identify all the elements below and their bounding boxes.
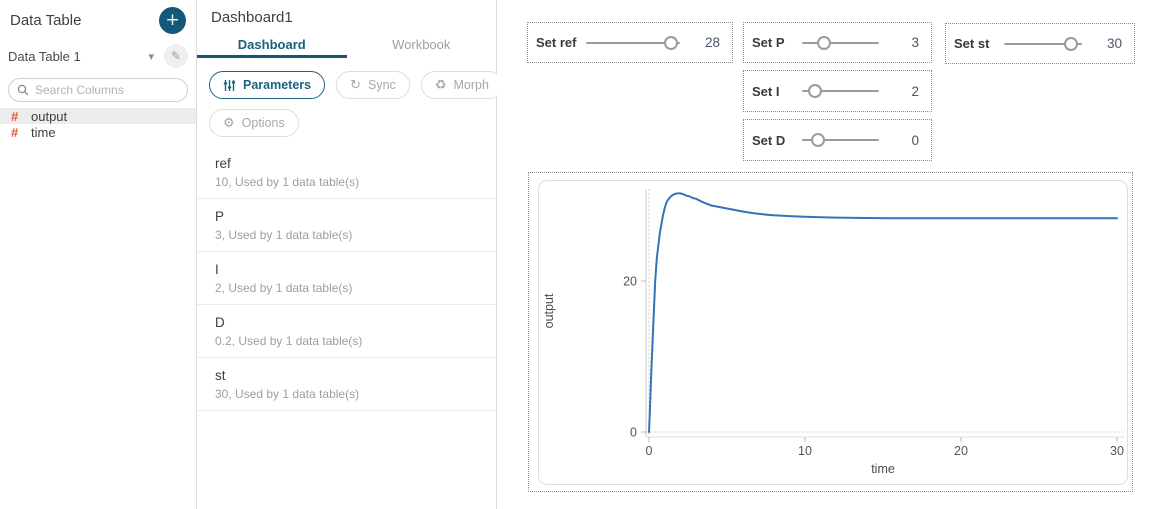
sync-icon: ↻ — [350, 79, 361, 92]
output-vs-time-chart: 0 10 20 30 0 20 time output — [539, 181, 1129, 486]
slider-value: 30 — [1096, 36, 1122, 51]
parameter-detail: 2, Used by 1 data table(s) — [215, 280, 482, 296]
dashboard-panel: Dashboard1 Dashboard Workbook Parameters… — [197, 0, 497, 509]
parameter-name: D — [215, 314, 482, 331]
parameter-name: I — [215, 261, 482, 278]
slider-value: 28 — [694, 35, 720, 50]
options-button-label: Options — [242, 116, 285, 130]
search-icon — [17, 84, 29, 96]
tab-workbook[interactable]: Workbook — [347, 37, 497, 58]
parameter-item-st[interactable]: st 30, Used by 1 data table(s) — [197, 358, 496, 411]
parameter-detail: 30, Used by 1 data table(s) — [215, 386, 482, 402]
slider-thumb[interactable] — [664, 36, 678, 50]
slider-track[interactable] — [802, 139, 879, 141]
toolbar-row-1: Parameters ↻ Sync ♻ Morph — [209, 71, 487, 99]
svg-text:20: 20 — [954, 444, 968, 458]
slider-label: Set I — [752, 84, 798, 99]
parameter-detail: 10, Used by 1 data table(s) — [215, 174, 482, 190]
chart-panel: 0 10 20 30 0 20 time output — [538, 180, 1128, 485]
options-button[interactable]: ⚙ Options — [209, 109, 299, 137]
parameters-button[interactable]: Parameters — [209, 71, 325, 99]
app-window: Data Table + Data Table 1 ▾ ✎ # output #… — [0, 0, 1155, 509]
gear-icon: ⚙ — [223, 117, 235, 130]
data-table-selector: Data Table 1 ▾ ✎ — [0, 38, 196, 74]
slider-label: Set ref — [536, 35, 582, 50]
slider-thumb[interactable] — [1064, 37, 1078, 51]
svg-text:time: time — [871, 462, 895, 476]
data-table-sidebar: Data Table + Data Table 1 ▾ ✎ # output #… — [0, 0, 197, 509]
toolbar-row-2: ⚙ Options — [209, 109, 487, 137]
parameter-item-p[interactable]: P 3, Used by 1 data table(s) — [197, 199, 496, 252]
column-item-time[interactable]: # time — [0, 124, 196, 140]
slider-thumb[interactable] — [811, 133, 825, 147]
parameter-name: st — [215, 367, 482, 384]
edit-data-table-button[interactable]: ✎ — [164, 44, 188, 68]
slider-value: 2 — [893, 84, 919, 99]
numeric-column-icon: # — [11, 109, 23, 124]
tab-dashboard[interactable]: Dashboard — [197, 37, 347, 58]
slider-label: Set st — [954, 36, 1000, 51]
parameter-item-d[interactable]: D 0.2, Used by 1 data table(s) — [197, 305, 496, 358]
slider-value: 3 — [893, 35, 919, 50]
search-columns-input[interactable] — [35, 83, 179, 97]
parameter-name: ref — [215, 155, 482, 172]
chart-container: 0 10 20 30 0 20 time output — [528, 172, 1133, 492]
sliders-icon — [223, 79, 236, 92]
data-table-name: Data Table 1 — [8, 49, 148, 64]
slider-set-p: Set P 3 — [743, 22, 932, 63]
sidebar-header: Data Table + — [0, 0, 196, 38]
sync-button[interactable]: ↻ Sync — [336, 71, 410, 99]
morph-recycle-icon: ♻ — [435, 79, 447, 92]
tab-bar: Dashboard Workbook — [197, 37, 496, 58]
chevron-down-icon[interactable]: ▾ — [148, 50, 154, 63]
slider-label: Set D — [752, 133, 798, 148]
parameter-item-ref[interactable]: ref 10, Used by 1 data table(s) — [197, 146, 496, 199]
parameter-item-i[interactable]: I 2, Used by 1 data table(s) — [197, 252, 496, 305]
morph-button[interactable]: ♻ Morph — [421, 71, 503, 99]
slider-track[interactable] — [802, 90, 879, 92]
slider-set-st: Set st 30 — [945, 23, 1135, 64]
svg-text:output: output — [542, 293, 556, 328]
parameters-button-label: Parameters — [243, 78, 311, 92]
slider-set-d: Set D 0 — [743, 119, 932, 161]
column-item-output[interactable]: # output — [0, 108, 196, 124]
parameter-detail: 3, Used by 1 data table(s) — [215, 227, 482, 243]
pencil-icon: ✎ — [171, 49, 181, 63]
svg-text:0: 0 — [646, 444, 653, 458]
slider-thumb[interactable] — [817, 36, 831, 50]
sidebar-title: Data Table — [10, 12, 81, 29]
numeric-column-icon: # — [11, 125, 23, 140]
column-list: # output # time — [0, 108, 196, 140]
slider-track[interactable] — [1004, 43, 1082, 45]
svg-text:20: 20 — [623, 275, 637, 289]
morph-button-label: Morph — [453, 78, 488, 92]
slider-thumb[interactable] — [808, 84, 822, 98]
parameter-detail: 0.2, Used by 1 data table(s) — [215, 333, 482, 349]
slider-track[interactable] — [802, 42, 879, 44]
parameter-name: P — [215, 208, 482, 225]
dashboard-canvas: Set ref 28 Set P 3 Set I 2 Set D 0 Set s… — [497, 0, 1155, 509]
slider-value: 0 — [893, 133, 919, 148]
svg-text:0: 0 — [630, 426, 637, 440]
svg-text:30: 30 — [1110, 444, 1124, 458]
column-name: time — [31, 125, 56, 140]
column-name: output — [31, 109, 67, 124]
sync-button-label: Sync — [368, 78, 396, 92]
slider-label: Set P — [752, 35, 798, 50]
slider-set-i: Set I 2 — [743, 70, 932, 112]
dashboard-title: Dashboard1 — [197, 0, 496, 37]
add-data-table-button[interactable]: + — [159, 7, 186, 34]
slider-set-ref: Set ref 28 — [527, 22, 733, 63]
search-columns-box — [8, 78, 188, 102]
slider-track[interactable] — [586, 42, 680, 44]
parameter-list: ref 10, Used by 1 data table(s) P 3, Use… — [197, 146, 496, 411]
svg-text:10: 10 — [798, 444, 812, 458]
